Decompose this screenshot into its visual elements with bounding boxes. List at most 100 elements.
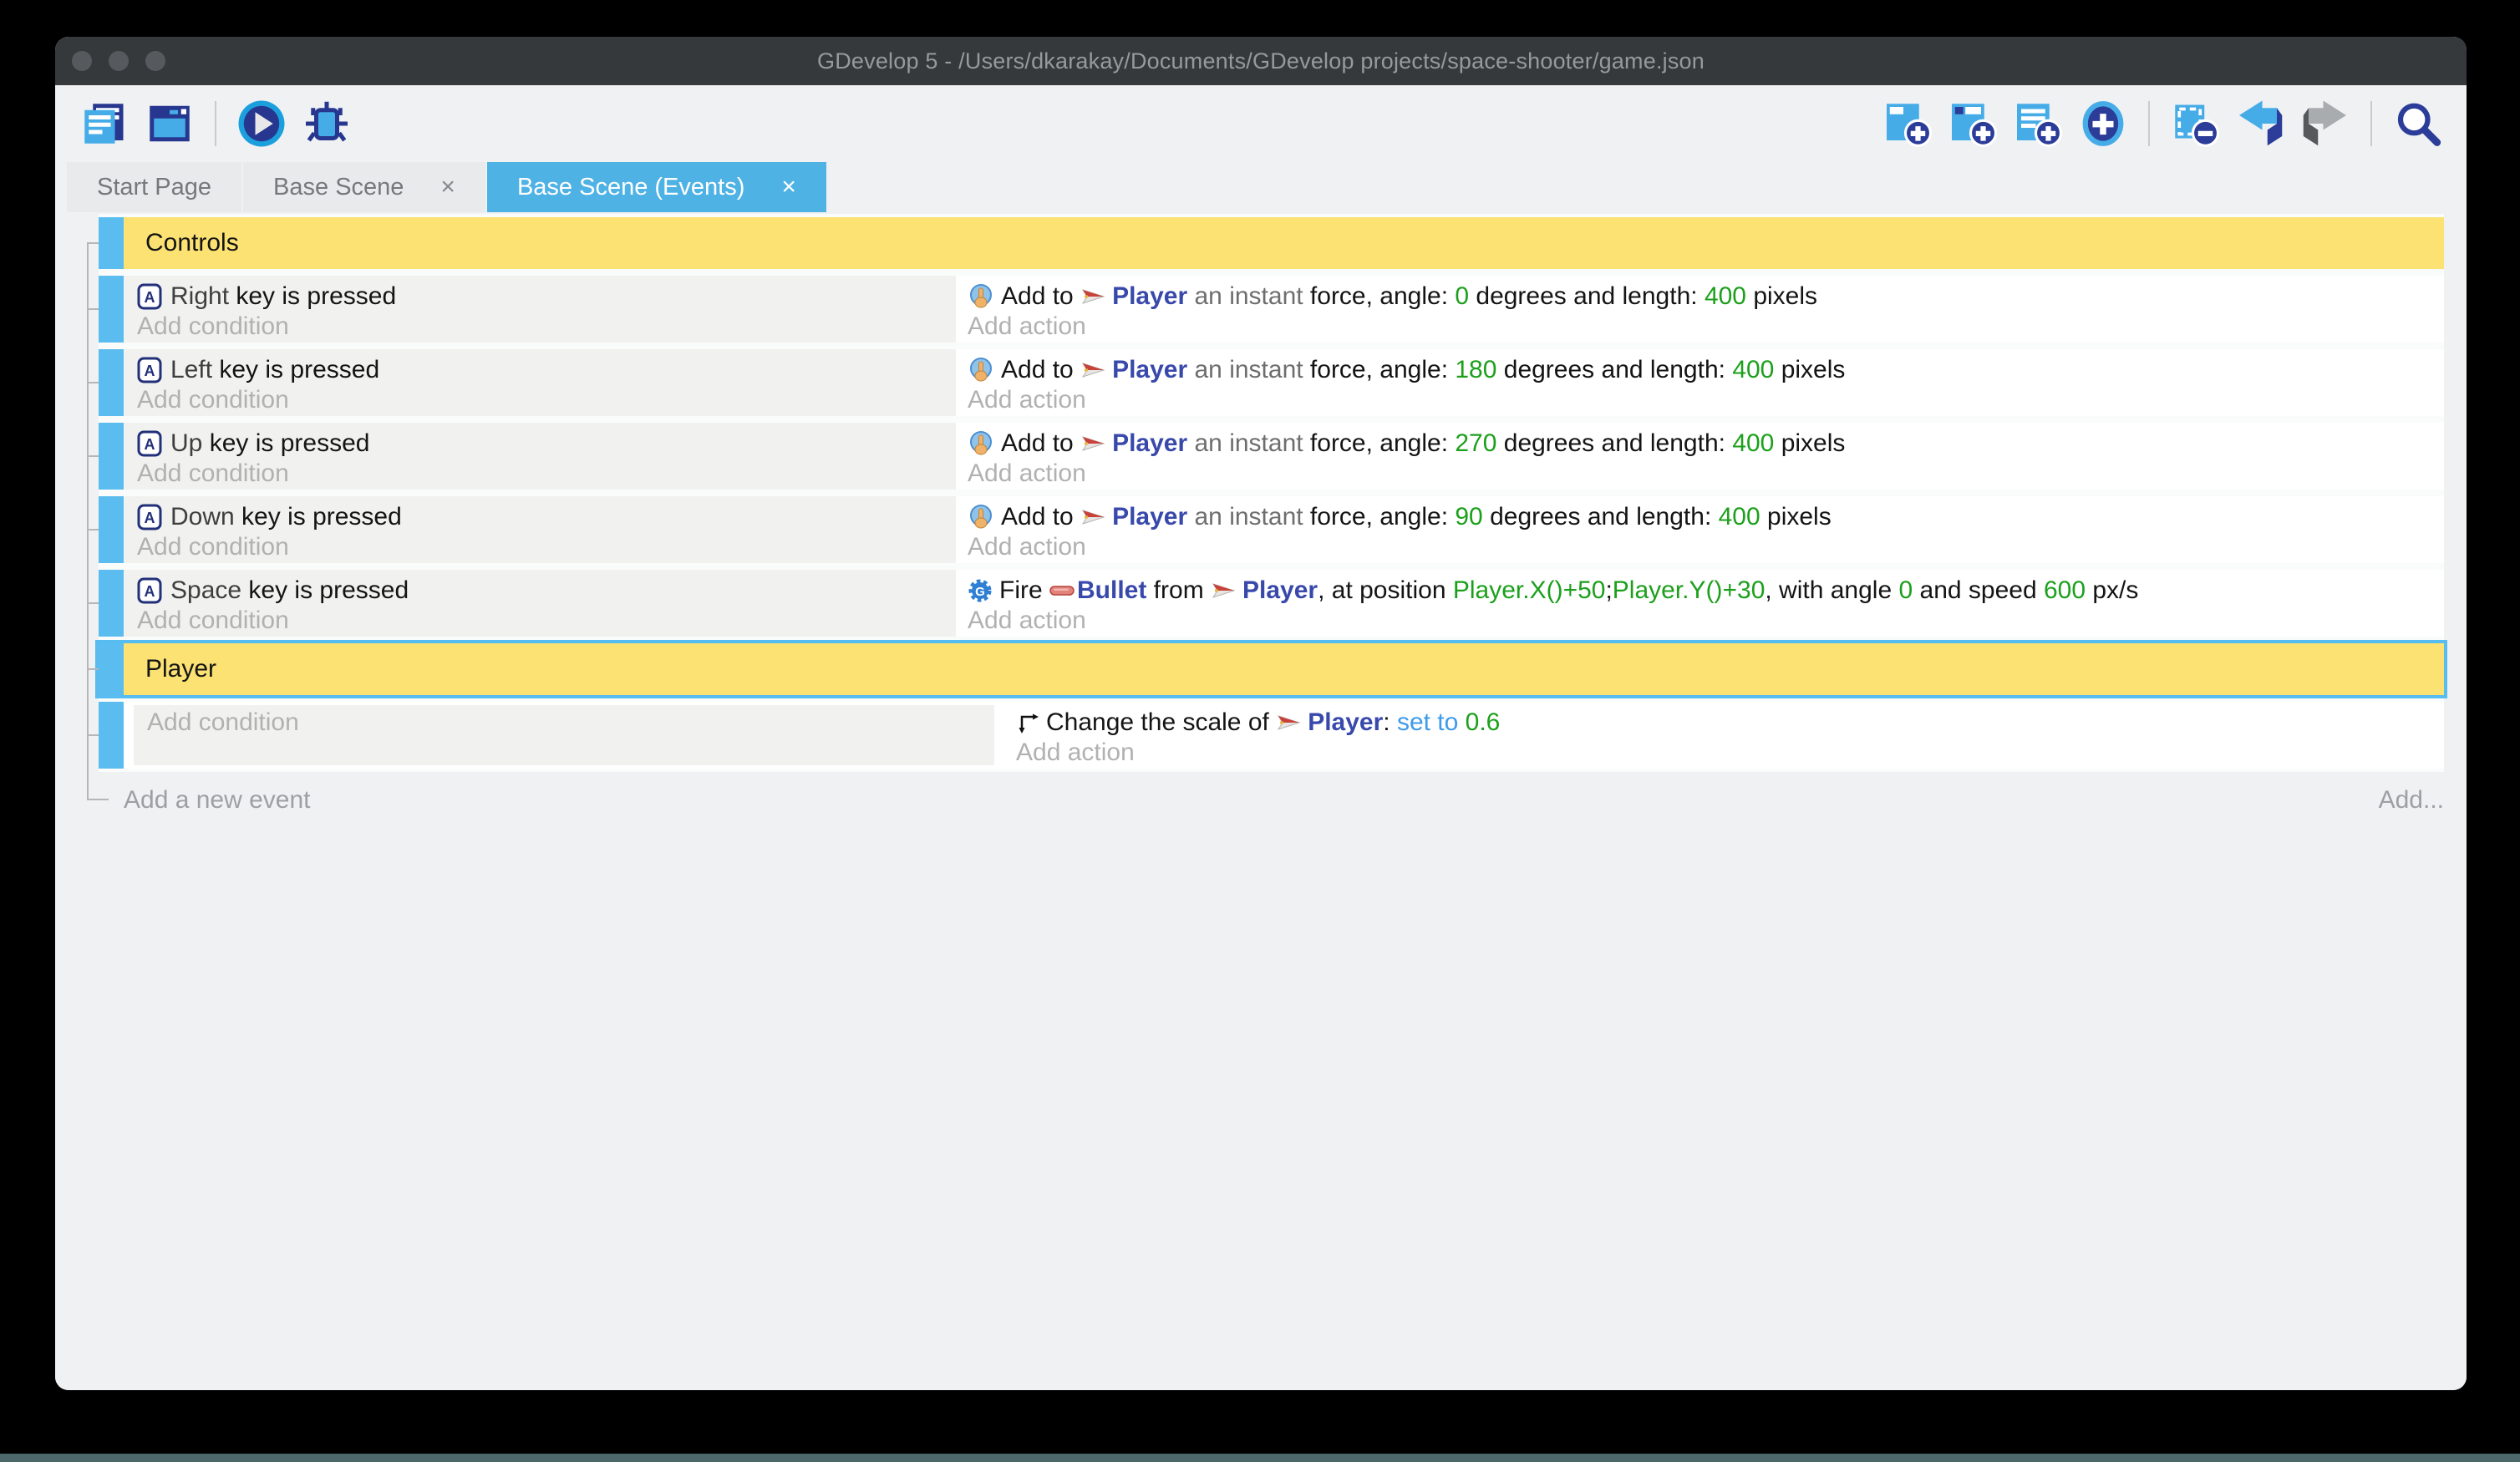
condition-sentence[interactable]: ADown key is pressed	[124, 502, 956, 532]
events-list: ControlsARight key is pressedAdd conditi…	[99, 212, 2444, 772]
player-icon	[1211, 581, 1236, 601]
add-action-button[interactable]: Add action	[968, 532, 2444, 562]
action-sentence[interactable]: Add to Player an instant force, angle: 1…	[968, 355, 2444, 385]
text-segment: degrees and length:	[1496, 429, 1732, 458]
add-action-button[interactable]: Add action	[968, 606, 2444, 636]
add-condition-button[interactable]: Add condition	[124, 606, 956, 636]
close-tab-icon[interactable]: ×	[781, 175, 796, 200]
condition-sentence[interactable]: A Right key is pressed	[124, 282, 956, 312]
text-segment: set to	[1397, 708, 1458, 737]
condition-sentence[interactable]: ALeft key is pressed	[124, 355, 956, 385]
text-segment: from	[1146, 576, 1211, 605]
tab-base-scene[interactable]: Base Scene ×	[243, 162, 485, 212]
text-segment: 270	[1455, 429, 1496, 458]
traffic-lights	[72, 37, 165, 85]
keyboard-key-icon: A	[137, 504, 162, 530]
keyboard-key-icon: A	[137, 577, 162, 604]
text-segment: and speed	[1913, 576, 2044, 605]
svg-text:A: A	[145, 289, 155, 306]
action-sentence[interactable]: Add to Player an instant force, angle: 9…	[968, 502, 2444, 532]
tab-start-page[interactable]: Start Page	[67, 162, 241, 212]
event-group-player[interactable]: Player	[95, 640, 2447, 698]
text-segment: key is pressed	[236, 282, 396, 311]
tab-label: Start Page	[97, 174, 211, 201]
text-segment: Left	[170, 356, 219, 384]
add-more-button[interactable]: Add...	[2379, 786, 2444, 815]
close-window-button[interactable]	[72, 51, 92, 71]
minimize-window-button[interactable]	[109, 51, 129, 71]
scene-editor-icon	[145, 99, 195, 149]
text-segment: Player	[1242, 576, 1318, 605]
event-group-controls[interactable]: Controls	[99, 214, 2444, 272]
add-event-button[interactable]	[1882, 99, 1933, 149]
remove-event-icon	[2170, 99, 2220, 149]
preview-play-button[interactable]	[236, 99, 287, 149]
text-segment: 400	[1732, 429, 1774, 458]
scale-icon	[1016, 711, 1039, 734]
event-row: AUp key is pressedAdd condition Add to Pl…	[99, 419, 2444, 493]
add-condition-button[interactable]: Add condition	[124, 459, 956, 489]
add-action-button[interactable]: Add action	[968, 385, 2444, 415]
add-comment-button[interactable]	[2013, 99, 2063, 149]
debug-button[interactable]	[302, 99, 352, 149]
text-segment: 400	[1719, 503, 1760, 531]
action-sentence[interactable]: Add to Player an instant force, angle: 0…	[968, 282, 2444, 312]
tab-label: Base Scene	[273, 174, 404, 201]
add-condition-button[interactable]: Add condition	[124, 312, 956, 342]
text-segment: Space	[170, 576, 248, 605]
tab-base-scene-events[interactable]: Base Scene (Events)×	[487, 162, 826, 212]
event-drag-bar	[99, 643, 124, 695]
actions-cell: Add to Player an instant force, angle: 1…	[956, 349, 2444, 416]
text-segment: an instant	[1187, 356, 1310, 384]
add-subevent-button[interactable]	[1948, 99, 1998, 149]
event-drag-bar	[99, 217, 124, 269]
bullet-icon	[1049, 585, 1075, 596]
event-drag-bar	[99, 496, 124, 563]
add-circle-icon	[2078, 99, 2128, 149]
zoom-window-button[interactable]	[145, 51, 165, 71]
undo-button[interactable]	[2235, 99, 2285, 149]
add-other-event-button[interactable]	[2078, 99, 2128, 149]
add-condition-button[interactable]: Add condition	[124, 532, 956, 562]
action-sentence[interactable]: Add to Player an instant force, angle: 2…	[968, 429, 2444, 459]
event-drag-bar	[99, 570, 124, 637]
text-segment: pixels	[1760, 503, 1832, 531]
text-segment: Player	[1112, 282, 1187, 311]
text-segment: 400	[1732, 356, 1774, 384]
redo-button[interactable]	[2300, 99, 2350, 149]
action-sentence[interactable]: GFire Bullet from Player, at position Pl…	[968, 576, 2444, 606]
search-button[interactable]	[2392, 99, 2442, 149]
add-comment-icon	[2013, 99, 2063, 149]
add-condition-button[interactable]: Add condition	[124, 385, 956, 415]
toolbar	[55, 85, 2467, 162]
sheet-footer: Add a new event Add...	[124, 782, 2444, 819]
add-action-button[interactable]: Add action	[1016, 738, 2444, 768]
text-segment: key is pressed	[248, 576, 409, 605]
close-tab-icon[interactable]: ×	[440, 175, 455, 200]
actions-cell: GFire Bullet from Player, at position Pl…	[956, 570, 2444, 637]
delete-selection-button[interactable]	[2170, 99, 2220, 149]
project-manager-button[interactable]	[79, 99, 130, 149]
group-title: Controls	[124, 217, 2444, 269]
text-segment: Right	[170, 282, 236, 311]
add-action-button[interactable]: Add action	[968, 459, 2444, 489]
toolbar-divider	[2148, 101, 2150, 146]
text-segment: 400	[1705, 282, 1746, 311]
condition-sentence[interactable]: A Space key is pressed	[124, 576, 956, 606]
toolbar-right-group	[1875, 99, 2450, 149]
force-icon	[968, 283, 994, 310]
undo-icon	[2235, 99, 2285, 149]
text-segment: Bullet	[1077, 576, 1146, 605]
action-sentence[interactable]: Change the scale of Player: set to 0.6	[1016, 708, 2444, 738]
scene-editor-button[interactable]	[145, 99, 195, 149]
add-new-event-button[interactable]: Add a new event	[124, 786, 311, 815]
player-icon	[1080, 434, 1105, 454]
add-condition-button[interactable]: Add condition	[134, 708, 994, 738]
text-segment: pixels	[1746, 282, 1817, 311]
conditions-cell: ADown key is pressedAdd condition	[124, 496, 956, 563]
add-action-button[interactable]: Add action	[968, 312, 2444, 342]
conditions-cell: A Right key is pressedAdd condition	[124, 276, 956, 343]
condition-sentence[interactable]: AUp key is pressed	[124, 429, 956, 459]
conditions-cell: Add condition	[134, 705, 994, 765]
titlebar: GDevelop 5 - /Users/dkarakay/Documents/G…	[55, 37, 2467, 85]
